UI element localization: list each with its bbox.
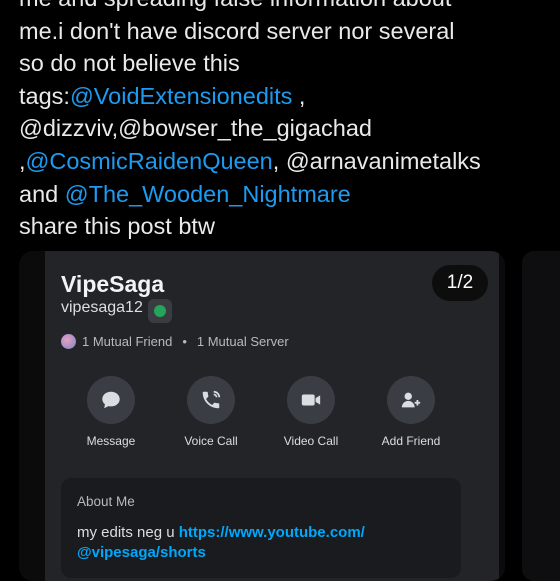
message-label: Message: [86, 434, 136, 448]
mutual-friend-text[interactable]: 1 Mutual Friend: [82, 334, 172, 349]
post-line-text: me.i don't have discord server nor sever…: [19, 17, 455, 44]
online-dot-icon: [154, 305, 166, 317]
status-badge: [148, 299, 172, 323]
voice-call-button[interactable]: Voice Call: [166, 376, 256, 448]
bio-prefix: my edits neg u: [77, 524, 179, 541]
post-line: ,@CosmicRaidenQueen, @arnavanimetalks: [19, 145, 549, 178]
next-media-card[interactable]: [522, 251, 560, 581]
separator-dot: •: [182, 334, 187, 349]
post-text: me and spreading false information about…: [19, 0, 549, 243]
post-line-text: , @arnavanimetalks: [272, 147, 481, 174]
post-line-text: ,: [292, 82, 306, 109]
post-line-text: @dizzviv,@bowser_the_gigachad: [19, 115, 372, 142]
add-friend-icon: [387, 376, 435, 424]
bio-text: my edits neg u https://www.youtube.com/ …: [77, 523, 457, 563]
post-line-text: tags:: [19, 82, 70, 109]
mutuals-row: 1 Mutual Friend • 1 Mutual Server: [61, 334, 289, 349]
chat-bubble-icon: [87, 376, 135, 424]
add-friend-button[interactable]: Add Friend: [366, 376, 456, 448]
voice-call-label: Voice Call: [184, 434, 238, 448]
about-me-title: About Me: [77, 494, 135, 509]
phone-icon: [187, 376, 235, 424]
mention-link[interactable]: @CosmicRaidenQueen: [26, 148, 273, 174]
post-line: and @The_Wooden_Nightmare: [19, 178, 549, 211]
post-line-text: so do not believe this: [19, 50, 240, 77]
profile-display-name: VipeSaga: [61, 271, 165, 297]
post-line-text: me and spreading false information about: [19, 0, 451, 11]
profile-username: vipesaga12: [61, 299, 143, 316]
post-line-text: share this post btw: [19, 213, 215, 240]
mutual-server-text[interactable]: 1 Mutual Server: [197, 334, 289, 349]
post-line: tags:@VoidExtensionedits ,: [19, 80, 549, 113]
bio-link[interactable]: https://www.youtube.com/: [179, 524, 365, 541]
post-line: share this post btw: [19, 210, 549, 243]
mention-link[interactable]: @VoidExtensionedits: [70, 83, 292, 109]
post-line: me.i don't have discord server nor sever…: [19, 15, 549, 48]
add-friend-label: Add Friend: [381, 434, 441, 448]
post-line-text: and: [19, 180, 65, 207]
message-button[interactable]: Message: [66, 376, 156, 448]
post-line: so do not believe this: [19, 47, 549, 80]
mention-link[interactable]: @The_Wooden_Nightmare: [65, 181, 351, 207]
media-pager: 1/2: [432, 265, 488, 301]
video-camera-icon: [287, 376, 335, 424]
post-line: me and spreading false information about: [19, 0, 549, 15]
video-call-button[interactable]: Video Call: [266, 376, 356, 448]
mutual-avatar: [61, 334, 76, 349]
bio-link-continued[interactable]: @vipesaga/shorts: [77, 544, 206, 561]
video-call-label: Video Call: [283, 434, 339, 448]
post-line: @dizzviv,@bowser_the_gigachad: [19, 112, 549, 145]
